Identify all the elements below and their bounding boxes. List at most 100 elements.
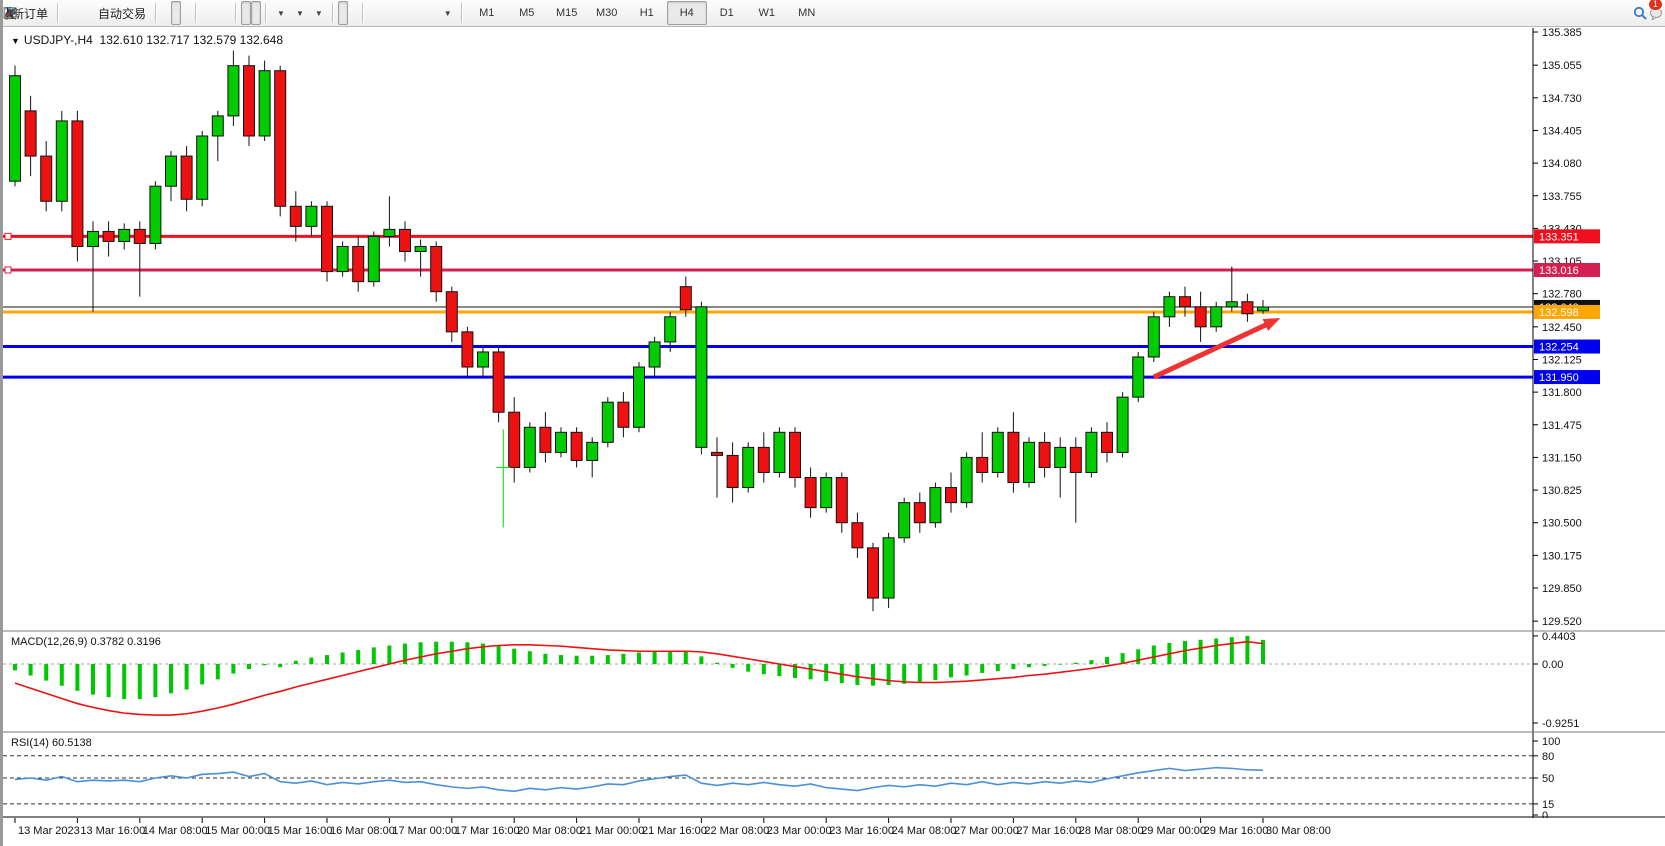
fibonacci-button[interactable]: F xyxy=(408,1,418,25)
candlestick xyxy=(1258,307,1269,311)
time-tick-label: 15 Mar 00:00 xyxy=(205,825,270,837)
candlestick xyxy=(1102,432,1113,452)
candlestick xyxy=(1211,307,1222,327)
candlestick xyxy=(680,287,691,310)
bars-chart-button[interactable] xyxy=(161,1,171,25)
zoom-in-button[interactable] xyxy=(201,1,211,25)
toolbar-separator xyxy=(265,3,267,23)
vertical-line-button[interactable] xyxy=(368,1,378,25)
crosshair-button[interactable] xyxy=(348,1,358,25)
candlestick xyxy=(836,478,847,523)
notifications-icon[interactable]: 1 xyxy=(1648,1,1658,25)
rsi-indicator-panel[interactable]: 1008050150RSI(14) 60.5138 xyxy=(3,733,1665,818)
line-chart-button[interactable] xyxy=(181,1,191,25)
dropdown-caret-icon[interactable]: ▼ xyxy=(315,9,323,18)
timeframe-mn-button[interactable]: MN xyxy=(787,1,827,25)
candlestick xyxy=(790,432,801,477)
label-button[interactable]: T xyxy=(428,1,438,25)
candlestick xyxy=(1133,357,1144,397)
line-anchor[interactable] xyxy=(5,233,11,239)
price-tick-label: 130.175 xyxy=(1542,550,1582,562)
timeframe-w1-button[interactable]: W1 xyxy=(747,1,787,25)
main-price-chart[interactable]: 135.385135.055134.730134.405134.080133.7… xyxy=(3,28,1665,632)
candlestick xyxy=(353,246,364,281)
price-tick-label: 130.500 xyxy=(1542,518,1582,530)
cursor-button[interactable] xyxy=(338,1,348,25)
toolbar-separator xyxy=(461,3,463,23)
charts-icon[interactable] xyxy=(63,1,73,25)
price-tick-label: 129.520 xyxy=(1542,616,1582,628)
chart-dropdown-icon[interactable]: ▼ xyxy=(11,36,20,46)
timeframe-m1-button[interactable]: M1 xyxy=(467,1,507,25)
candlestick xyxy=(727,455,738,487)
timeframe-m15-button[interactable]: M15 xyxy=(547,1,587,25)
rsi-tick-label: 50 xyxy=(1542,773,1554,785)
timeframe-m5-button[interactable]: M5 xyxy=(507,1,547,25)
autotrading-button[interactable]: 自动交易 xyxy=(93,1,151,25)
price-label-text: 133.016 xyxy=(1539,265,1579,277)
price-tick-label: 131.800 xyxy=(1542,387,1582,399)
trendline-button[interactable] xyxy=(388,1,398,25)
candlestick xyxy=(384,229,395,236)
time-tick-label: 20 Mar 08:00 xyxy=(517,825,582,837)
search-icon xyxy=(1633,6,1647,20)
text-button[interactable]: A xyxy=(418,1,428,25)
tile-windows-button[interactable] xyxy=(221,1,231,25)
price-tick-label: 132.450 xyxy=(1542,322,1582,334)
time-tick-label: 17 Mar 00:00 xyxy=(392,825,457,837)
macd-tick-label: -0.9251 xyxy=(1542,718,1579,730)
toolbar-separator xyxy=(155,3,157,23)
time-tick-label: 13 Mar 2023 xyxy=(18,825,80,837)
auto-scroll-button[interactable] xyxy=(241,1,251,25)
periods-button[interactable]: ▼ xyxy=(290,1,309,25)
price-label-text: 132.598 xyxy=(1539,307,1579,319)
time-tick-label: 27 Mar 00:00 xyxy=(954,825,1019,837)
indicators-button[interactable]: ▼ xyxy=(271,1,290,25)
time-tick-label: 30 Mar 08:00 xyxy=(1266,825,1331,837)
zoom-out-button[interactable] xyxy=(211,1,221,25)
candlestick xyxy=(1039,442,1050,467)
candlestick xyxy=(119,229,130,241)
trend-arrow[interactable] xyxy=(1154,322,1273,377)
candlestick xyxy=(56,121,67,201)
price-tick-label: 134.405 xyxy=(1542,125,1582,137)
chart-shift-button[interactable] xyxy=(251,1,261,25)
horizontal-line-button[interactable] xyxy=(378,1,388,25)
price-tick-label: 131.475 xyxy=(1542,420,1582,432)
timeframe-h1-button[interactable]: H1 xyxy=(627,1,667,25)
candlestick xyxy=(758,447,769,472)
candlestick xyxy=(103,231,114,241)
timeframe-m30-button[interactable]: M30 xyxy=(587,1,627,25)
channel-button[interactable]: E xyxy=(398,1,408,25)
search-icon[interactable] xyxy=(1632,1,1642,25)
candlestick xyxy=(72,121,83,247)
signals-icon[interactable] xyxy=(83,1,93,25)
line-anchor[interactable] xyxy=(5,267,11,273)
time-tick-label: 22 Mar 08:00 xyxy=(704,825,769,837)
timeframe-d1-button[interactable]: D1 xyxy=(707,1,747,25)
candlestick xyxy=(649,342,660,367)
candlestick xyxy=(25,111,36,156)
candlestick xyxy=(134,229,145,243)
dropdown-caret-icon[interactable]: ▼ xyxy=(277,9,285,18)
price-label-text: 132.254 xyxy=(1539,342,1579,354)
rsi-line xyxy=(15,768,1263,792)
toolbar: 新订单自动交易▼▼▼EFAT▼M1M5M15M30H1H4D1W1MN1 xyxy=(3,0,1665,27)
macd-indicator-panel[interactable]: 0.44030.00-0.9251MACD(12,26,9) 0.3782 0.… xyxy=(3,632,1665,733)
templates-button[interactable]: ▼ xyxy=(309,1,328,25)
arrows-button[interactable]: ▼ xyxy=(438,1,457,25)
time-tick-label: 29 Mar 16:00 xyxy=(1204,825,1269,837)
ohlc-readout: 132.610 132.717 132.579 132.648 xyxy=(100,33,284,47)
dropdown-caret-icon[interactable]: ▼ xyxy=(444,9,452,18)
toolbar-separator xyxy=(235,3,237,23)
dropdown-caret-icon[interactable]: ▼ xyxy=(296,9,304,18)
candlestick xyxy=(883,538,894,598)
timeframe-h4-button[interactable]: H4 xyxy=(667,1,707,25)
symbol-timeframe: USDJPY-,H4 xyxy=(24,33,93,47)
market-watch-icon[interactable] xyxy=(73,1,83,25)
candlestick xyxy=(587,442,598,460)
candlestick xyxy=(992,432,1003,472)
rsi-label: RSI(14) 60.5138 xyxy=(11,737,92,749)
candles-chart-button[interactable] xyxy=(171,1,181,25)
time-tick-label: 16 Mar 08:00 xyxy=(330,825,395,837)
